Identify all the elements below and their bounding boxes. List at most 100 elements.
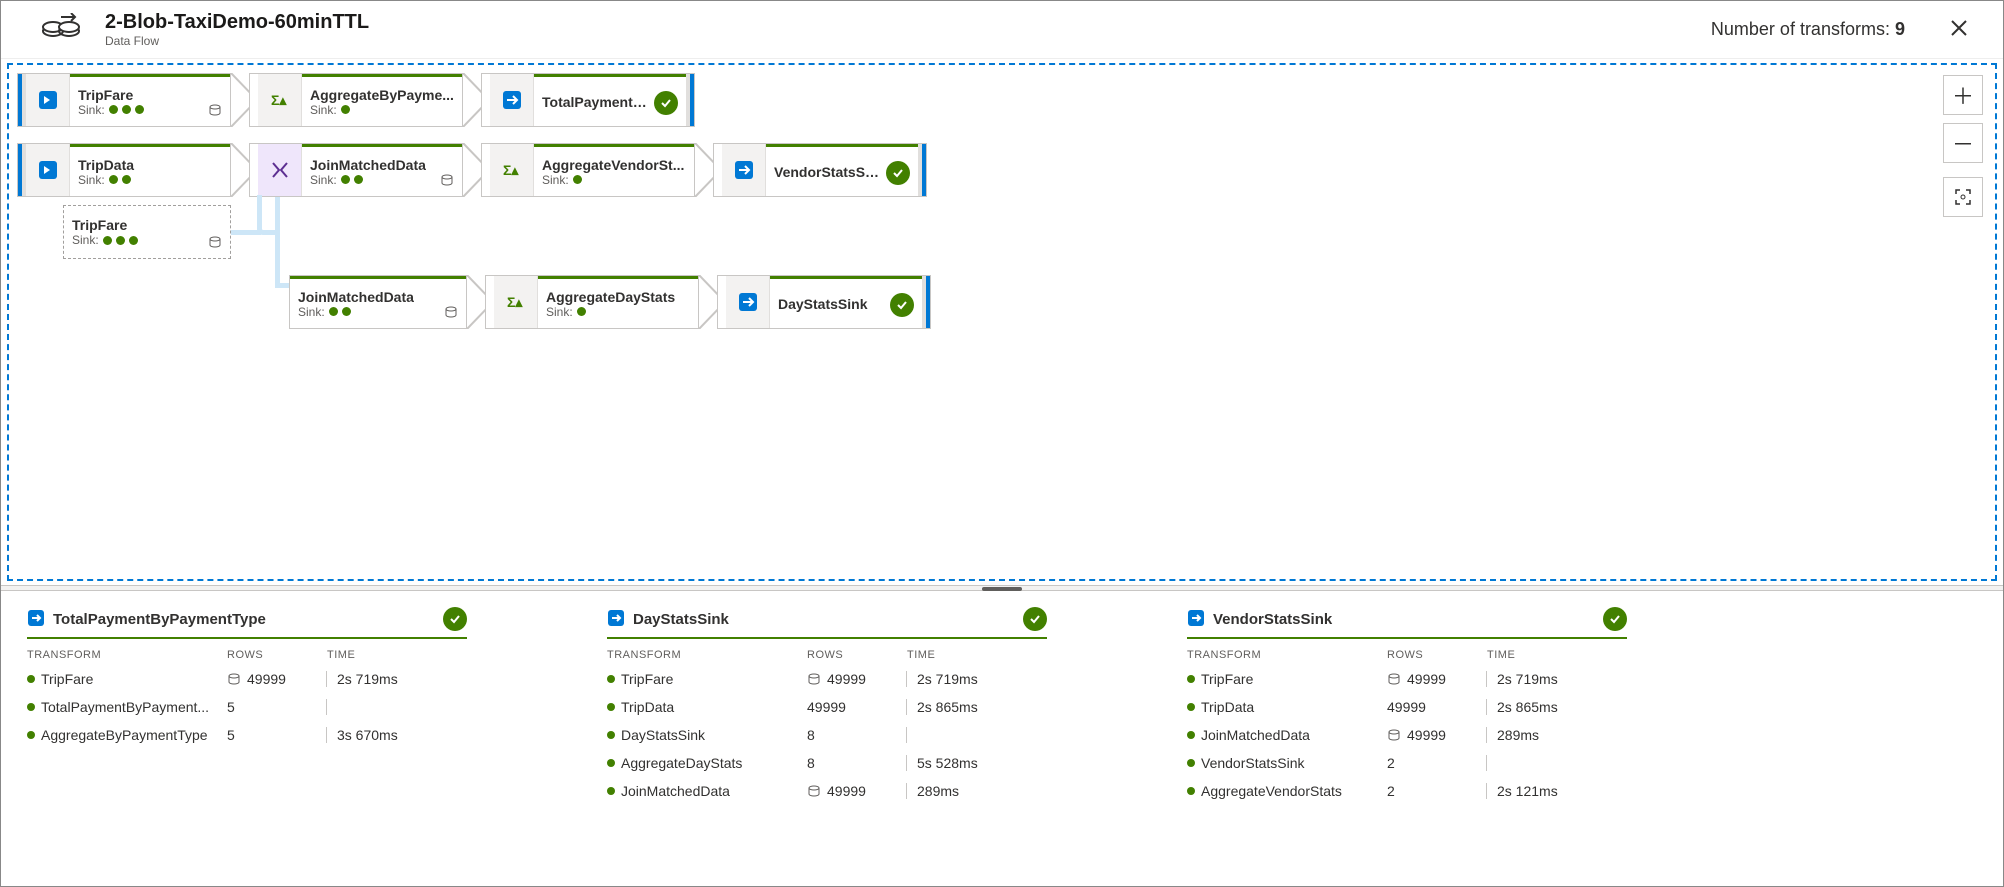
node-tripdata[interactable]: TripData Sink: — [17, 143, 231, 197]
result-row-count: 49999 — [1407, 671, 1446, 687]
node-tripfare-ref[interactable]: TripFare Sink: — [63, 205, 231, 259]
header-bar: 2-Blob-TaxiDemo-60minTTL Data Flow Numbe… — [1, 1, 2003, 59]
result-row-count: 49999 — [247, 671, 286, 687]
node-join-1[interactable]: JoinMatchedData Sink: — [249, 143, 463, 197]
database-icon — [1387, 672, 1401, 686]
status-dot-icon — [1187, 675, 1195, 683]
result-column-headers: TRANSFORMROWSTIME — [607, 639, 1047, 665]
result-row[interactable]: TripData 49999 2s 865ms — [607, 693, 1047, 721]
result-row[interactable]: AggregateDayStats 8 5s 528ms — [607, 749, 1047, 777]
result-row-count: 8 — [807, 727, 815, 743]
result-row[interactable]: VendorStatsSink 2 — [1187, 749, 1627, 777]
result-time: 289ms — [907, 783, 1047, 799]
close-button[interactable] — [1935, 16, 1983, 44]
database-icon — [1387, 728, 1401, 742]
svg-text:Σ▴: Σ▴ — [507, 294, 523, 310]
result-row[interactable]: AggregateVendorStats 2 2s 121ms — [1187, 777, 1627, 805]
result-row-count: 2 — [1387, 755, 1395, 771]
sink-icon — [607, 609, 625, 630]
node-day-sink[interactable]: DayStatsSink — [717, 275, 931, 329]
database-icon — [807, 784, 821, 798]
result-transform-name: TripFare — [1201, 671, 1253, 687]
result-row[interactable]: TripFare 49999 2s 719ms — [27, 665, 467, 693]
node-aggregate-payment[interactable]: Σ▴ AggregateByPayme... Sink: — [249, 73, 463, 127]
aggregate-icon: Σ▴ — [258, 74, 302, 126]
result-transform-name: JoinMatchedData — [621, 783, 730, 799]
result-time: 2s 719ms — [1487, 671, 1627, 687]
sink-icon — [722, 144, 766, 196]
flow-connector — [275, 197, 280, 287]
result-row-count: 49999 — [827, 671, 866, 687]
node-tripfare-1[interactable]: TripFare Sink: — [17, 73, 231, 127]
result-panel: DayStatsSink TRANSFORMROWSTIME TripFare … — [607, 607, 1047, 805]
status-dot-icon — [607, 703, 615, 711]
result-panel: VendorStatsSink TRANSFORMROWSTIME TripFa… — [1187, 607, 1627, 805]
result-row[interactable]: TotalPaymentByPayment... 5 — [27, 693, 467, 721]
result-panel-header: DayStatsSink — [607, 607, 1047, 639]
pane-splitter[interactable] — [1, 585, 2003, 591]
dataflow-icon — [41, 13, 85, 46]
status-dot-icon — [607, 731, 615, 739]
result-row-count: 49999 — [827, 783, 866, 799]
status-dot-icon — [1187, 703, 1195, 711]
result-transform-name: JoinMatchedData — [1201, 727, 1310, 743]
node-aggregate-day[interactable]: Σ▴ AggregateDayStats Sink: — [485, 275, 699, 329]
result-row[interactable]: DayStatsSink 8 — [607, 721, 1047, 749]
status-dot-icon — [27, 703, 35, 711]
result-time: 2s 121ms — [1487, 783, 1627, 799]
status-dot-icon — [27, 675, 35, 683]
zoom-in-button[interactable]: ＋ — [1943, 75, 1983, 115]
status-dot-icon — [1187, 759, 1195, 767]
result-time: 2s 719ms — [327, 671, 467, 687]
zoom-fit-button[interactable] — [1943, 177, 1983, 217]
status-dot-icon — [607, 759, 615, 767]
sink-icon — [1187, 609, 1205, 630]
result-panel-header: TotalPaymentByPaymentType — [27, 607, 467, 639]
node-vendor-sink[interactable]: VendorStatsSink — [713, 143, 927, 197]
success-icon — [654, 91, 678, 115]
result-transform-name: TripData — [1201, 699, 1254, 715]
source-icon — [26, 74, 70, 126]
result-column-headers: TRANSFORMROWSTIME — [27, 639, 467, 665]
result-row[interactable]: JoinMatchedData 49999 289ms — [607, 777, 1047, 805]
result-row-count: 5 — [227, 699, 235, 715]
result-panel: TotalPaymentByPaymentType TRANSFORMROWST… — [27, 607, 467, 749]
node-join-2[interactable]: JoinMatchedData Sink: — [289, 275, 467, 329]
result-row-count: 8 — [807, 755, 815, 771]
flow-connector — [275, 283, 289, 288]
aggregate-icon: Σ▴ — [490, 144, 534, 196]
result-time: 2s 865ms — [907, 699, 1047, 715]
result-row-count: 49999 — [1407, 727, 1446, 743]
result-row[interactable]: TripFare 49999 2s 719ms — [1187, 665, 1627, 693]
database-icon — [440, 173, 454, 190]
result-time: 3s 670ms — [327, 727, 467, 743]
result-column-headers: TRANSFORMROWSTIME — [1187, 639, 1627, 665]
node-total-payment-sink[interactable]: TotalPaymentBy... — [481, 73, 695, 127]
result-panel-title: VendorStatsSink — [1213, 611, 1332, 628]
status-dot-icon — [607, 787, 615, 795]
database-icon — [227, 672, 241, 686]
result-transform-name: VendorStatsSink — [1201, 755, 1305, 771]
success-icon — [1603, 607, 1627, 631]
success-icon — [890, 293, 914, 317]
zoom-out-button[interactable]: － — [1943, 123, 1983, 163]
database-icon — [208, 103, 222, 120]
status-dot-icon — [1187, 731, 1195, 739]
page-subtitle: Data Flow — [105, 34, 369, 48]
success-icon — [1023, 607, 1047, 631]
result-panel-title: DayStatsSink — [633, 611, 729, 628]
result-row-count: 49999 — [1387, 699, 1426, 715]
page-title: 2-Blob-TaxiDemo-60minTTL — [105, 11, 369, 34]
dataflow-canvas[interactable]: TripFare Sink: Σ▴ AggregateByPayme... Si… — [7, 63, 1997, 581]
node-aggregate-vendor[interactable]: Σ▴ AggregateVendorSt... Sink: — [481, 143, 695, 197]
result-row[interactable]: TripData 49999 2s 865ms — [1187, 693, 1627, 721]
flow-connector — [231, 230, 261, 235]
result-panel-title: TotalPaymentByPaymentType — [53, 611, 266, 628]
result-transform-name: TripFare — [41, 671, 93, 687]
transform-count: Number of transforms: 9 — [1711, 19, 1905, 40]
result-transform-name: DayStatsSink — [621, 727, 705, 743]
result-row[interactable]: TripFare 49999 2s 719ms — [607, 665, 1047, 693]
result-time: 289ms — [1487, 727, 1627, 743]
result-row[interactable]: JoinMatchedData 49999 289ms — [1187, 721, 1627, 749]
result-row[interactable]: AggregateByPaymentType 5 3s 670ms — [27, 721, 467, 749]
